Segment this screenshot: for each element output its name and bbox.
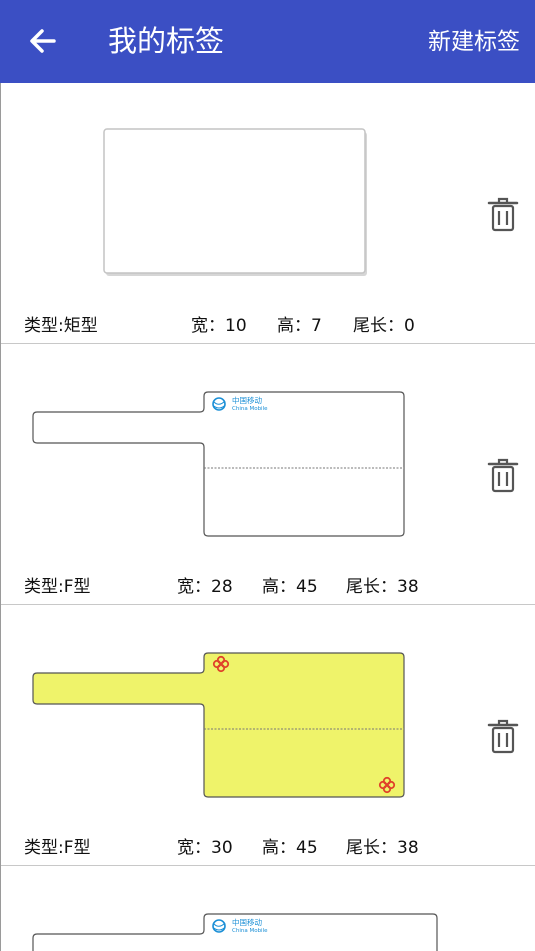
label-type: 类型:F型 [24, 577, 91, 597]
list-item[interactable]: 中国移动 China Mobile [1, 866, 535, 951]
arrow-left-icon[interactable] [24, 22, 60, 60]
label-height: 高：45 [262, 838, 318, 858]
trash-icon[interactable] [485, 196, 521, 234]
trash-icon[interactable] [485, 457, 521, 495]
svg-text:China Mobile: China Mobile [232, 928, 268, 934]
svg-text:China Mobile: China Mobile [232, 406, 268, 412]
list-item[interactable]: 类型:F型 宽：30 高：45 尾长：38 [1, 605, 535, 866]
label-width: 宽：10 [191, 316, 247, 336]
label-preview-f: 中国移动 China Mobile [32, 913, 438, 951]
label-height: 高：45 [262, 577, 318, 597]
label-preview-f-yellow [32, 652, 405, 798]
label-type: 类型:F型 [24, 838, 91, 858]
label-tail: 尾长：38 [346, 577, 419, 597]
page-title: 我的标签 [108, 24, 225, 58]
label-type: 类型:矩型 [24, 316, 98, 336]
list-item[interactable]: 中国移动 China Mobile 类型:F型 宽：28 高：45 尾长：38 [1, 344, 535, 605]
label-list: 类型:矩型 宽：10 高：7 尾长：0 中国移动 China Mobile 类型… [0, 83, 535, 951]
label-preview-rect [103, 128, 367, 276]
svg-text:中国移动: 中国移动 [232, 917, 262, 927]
label-width: 宽：30 [177, 838, 233, 858]
svg-text:中国移动: 中国移动 [232, 395, 262, 405]
trash-icon[interactable] [485, 718, 521, 756]
label-preview-f: 中国移动 China Mobile [32, 391, 405, 537]
label-tail: 尾长：0 [353, 316, 415, 336]
label-tail: 尾长：38 [346, 838, 419, 858]
list-item[interactable]: 类型:矩型 宽：10 高：7 尾长：0 [1, 83, 535, 344]
app-bar: 我的标签 新建标签 [0, 0, 535, 83]
new-label-button[interactable]: 新建标签 [428, 26, 520, 58]
label-height: 高：7 [277, 316, 322, 336]
label-width: 宽：28 [177, 577, 233, 597]
